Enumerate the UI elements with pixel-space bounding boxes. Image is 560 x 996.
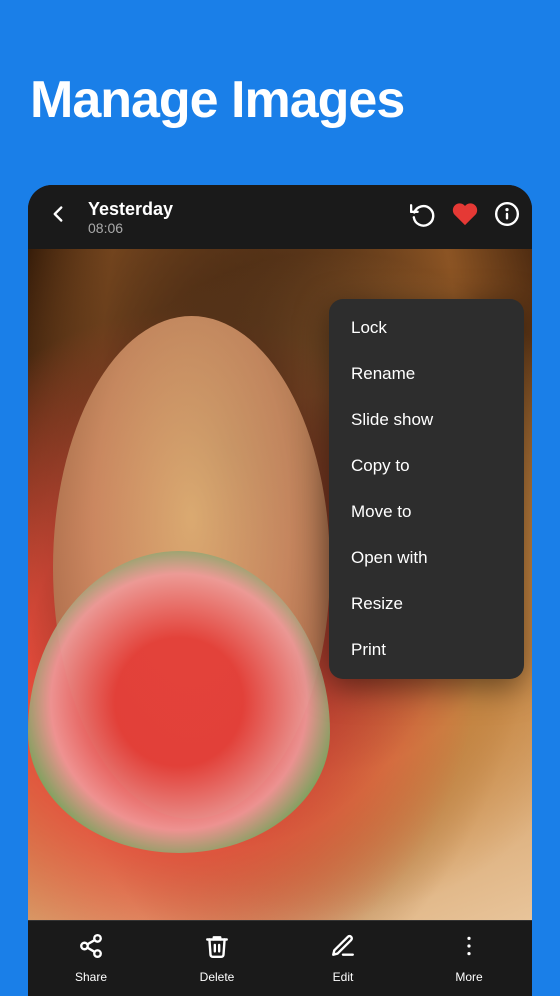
bottom-toolbar: Share Delete Edit <box>28 920 532 996</box>
favorite-button[interactable] <box>452 201 478 234</box>
share-label: Share <box>75 970 107 984</box>
menu-item-rename[interactable]: Rename <box>329 351 524 397</box>
photo-area: Lock Rename Slide show Copy to Move to O… <box>28 249 532 920</box>
delete-label: Delete <box>200 970 235 984</box>
phone-frame: Yesterday 08:06 <box>28 185 532 996</box>
page-title: Manage Images <box>30 70 404 130</box>
toolbar-more[interactable]: More <box>406 933 532 984</box>
topbar-icons <box>410 201 520 234</box>
info-button[interactable] <box>494 201 520 233</box>
menu-item-lock[interactable]: Lock <box>329 305 524 351</box>
menu-item-resize[interactable]: Resize <box>329 581 524 627</box>
delete-icon <box>204 933 230 959</box>
rotate-button[interactable] <box>410 201 436 233</box>
edit-label: Edit <box>333 970 354 984</box>
menu-item-open-with[interactable]: Open with <box>329 535 524 581</box>
toolbar-delete[interactable]: Delete <box>154 933 280 984</box>
photo-topbar: Yesterday 08:06 <box>28 185 532 249</box>
info-icon <box>494 201 520 227</box>
back-icon <box>45 201 71 227</box>
back-button[interactable] <box>40 201 76 234</box>
photo-time: 08:06 <box>88 220 402 236</box>
toolbar-edit[interactable]: Edit <box>280 933 406 984</box>
photo-info: Yesterday 08:06 <box>88 199 402 236</box>
delete-icon-wrap <box>204 933 230 966</box>
rotate-icon <box>410 201 436 227</box>
edit-icon-wrap <box>330 933 356 966</box>
photo-title: Yesterday <box>88 199 402 220</box>
share-icon <box>78 933 104 959</box>
menu-item-slideshow[interactable]: Slide show <box>329 397 524 443</box>
context-menu: Lock Rename Slide show Copy to Move to O… <box>329 299 524 679</box>
menu-item-move-to[interactable]: Move to <box>329 489 524 535</box>
more-icon <box>456 933 482 959</box>
menu-item-copy-to[interactable]: Copy to <box>329 443 524 489</box>
edit-icon <box>330 933 356 959</box>
more-label: More <box>455 970 482 984</box>
menu-item-print[interactable]: Print <box>329 627 524 673</box>
more-icon-wrap <box>456 933 482 966</box>
header-area: Manage Images <box>0 0 560 190</box>
toolbar-share[interactable]: Share <box>28 933 154 984</box>
share-icon-wrap <box>78 933 104 966</box>
heart-icon <box>452 201 478 227</box>
